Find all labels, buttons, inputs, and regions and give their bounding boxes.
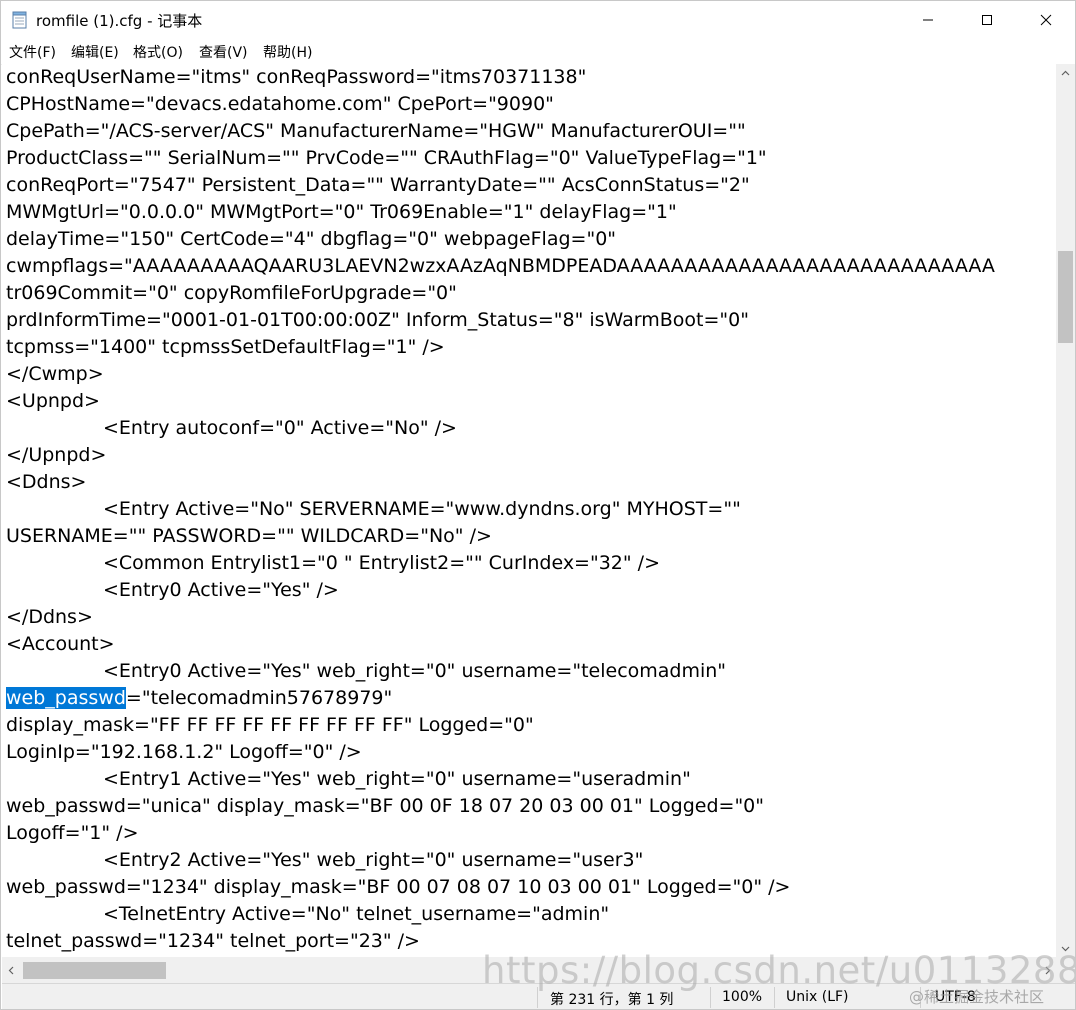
window-title: romfile (1).cfg - 记事本	[36, 12, 203, 30]
text-line: conReqUserName="itms" conReqPassword="it…	[6, 66, 587, 88]
text-line-content: <Entry0 Active="Yes" web_right="0" usern…	[103, 660, 727, 682]
close-button[interactable]	[1017, 1, 1075, 39]
maximize-icon	[982, 15, 992, 25]
text-line-content: <Entry0 Active="Yes" />	[103, 579, 339, 601]
text-line: prdInformTime="0001-01-01T00:00:00Z" Inf…	[6, 309, 749, 331]
text-line: tr069Commit="0" copyRomfileForUpgrade="0…	[6, 282, 457, 304]
text-line: web_passwd="1234" display_mask="BF 00 07…	[6, 876, 791, 898]
horizontal-scroll-thumb[interactable]	[23, 962, 166, 979]
text-line: cwmpflags="AAAAAAAAAQAARU3LAEVN2wzxAAzAq…	[6, 255, 995, 277]
text-line: ProductClass="" SerialNum="" PrvCode="" …	[6, 147, 767, 169]
menu-format[interactable]: 格式(O)	[133, 42, 183, 62]
menu-edit[interactable]: 编辑(E)	[71, 42, 119, 62]
minimize-icon	[923, 19, 933, 21]
text-line: delayTime="150" CertCode="4" dbgflag="0"…	[6, 228, 617, 250]
minimize-button[interactable]	[899, 1, 957, 39]
scroll-up-button[interactable]	[1056, 64, 1075, 81]
title-bar[interactable]: romfile (1).cfg - 记事本	[1, 1, 1075, 39]
text-line: display_mask="FF FF FF FF FF FF FF FF FF…	[6, 714, 534, 736]
text-editor[interactable]: conReqUserName="itms" conReqPassword="it…	[2, 64, 1056, 957]
text-line: </Upnpd>	[6, 444, 107, 466]
text-line-indented: <Common Entrylist1="0 " Entrylist2="" Cu…	[6, 550, 660, 577]
scroll-left-button[interactable]	[2, 957, 19, 983]
text-selection[interactable]: web_passwd	[6, 687, 126, 709]
text-line: LoginIp="192.168.1.2" Logoff="0" />	[6, 741, 362, 763]
text-line-content: <Entry Active="No" SERVERNAME="www.dyndn…	[103, 498, 741, 520]
text-line-content: ="telecomadmin57678979"	[125, 687, 393, 709]
menu-file[interactable]: 文件(F)	[9, 42, 56, 62]
text-line-indented: <Entry Active="No" SERVERNAME="www.dyndn…	[6, 496, 741, 523]
text-line-indented: <Entry2 Active="Yes" web_right="0" usern…	[6, 847, 643, 874]
text-line-indented: <Entry1 Active="Yes" web_right="0" usern…	[6, 766, 691, 793]
arrow-left-icon	[8, 966, 13, 974]
watermark-brand: @稀土掘金技术社区	[909, 988, 1045, 1006]
menu-view[interactable]: 查看(V)	[199, 42, 248, 62]
text-line: web_passwd="unica" display_mask="BF 00 0…	[6, 795, 765, 817]
text-line-content: <Entry autoconf="0" Active="No" />	[103, 417, 457, 439]
notepad-icon	[12, 11, 27, 29]
text-line-content: <Common Entrylist1="0 " Entrylist2="" Cu…	[103, 552, 660, 574]
text-line: MWMgtUrl="0.0.0.0" MWMgtPort="0" Tr069En…	[6, 201, 677, 223]
text-line: <Account>	[6, 633, 115, 655]
text-line: Logoff="1" />	[6, 822, 139, 844]
text-line: </Ddns>	[6, 606, 93, 628]
maximize-button[interactable]	[958, 1, 1016, 39]
vertical-scroll-thumb[interactable]	[1058, 251, 1073, 343]
text-line: <Upnpd>	[6, 390, 100, 412]
menu-bar: 文件(F) 编辑(E) 格式(O) 查看(V) 帮助(H)	[1, 39, 1075, 65]
text-line: CPHostName="devacs.edatahome.com" CpePor…	[6, 93, 554, 115]
text-line-indented: <Entry autoconf="0" Active="No" />	[6, 415, 457, 442]
text-line-content: <Entry1 Active="Yes" web_right="0" usern…	[103, 768, 691, 790]
text-line: conReqPort="7547" Persistent_Data="" War…	[6, 174, 750, 196]
text-line-indented: <Entry0 Active="Yes" web_right="0" usern…	[6, 658, 726, 685]
text-line: tcpmss="1400" tcpmssSetDefaultFlag="1" /…	[6, 336, 445, 358]
text-line-with-selection: web_passwd="telecomadmin57678979"	[6, 685, 392, 712]
notepad-window: romfile (1).cfg - 记事本 文件(F) 编辑(E) 格式(O) …	[0, 0, 1076, 1010]
arrow-up-icon	[1061, 70, 1070, 75]
text-line: telnet_passwd="1234" telnet_port="23" />	[6, 930, 420, 952]
text-line-content: <TelnetEntry Active="No" telnet_username…	[103, 903, 610, 925]
text-line: USERNAME="" PASSWORD="" WILDCARD="No" />	[6, 525, 492, 547]
text-line-indented: <Entry0 Active="Yes" />	[6, 577, 339, 604]
menu-help[interactable]: 帮助(H)	[263, 42, 312, 62]
text-line: </Cwmp>	[6, 363, 104, 385]
status-cursor-position: 第 231 行，第 1 列	[550, 992, 674, 1008]
close-icon	[1040, 14, 1052, 26]
text-line: <Ddns>	[6, 471, 87, 493]
vertical-scrollbar[interactable]	[1056, 64, 1075, 957]
text-line-content: <Entry2 Active="Yes" web_right="0" usern…	[103, 849, 644, 871]
text-line-indented: <TelnetEntry Active="No" telnet_username…	[6, 901, 609, 928]
text-line: CpePath="/ACS-server/ACS" ManufacturerNa…	[6, 120, 746, 142]
